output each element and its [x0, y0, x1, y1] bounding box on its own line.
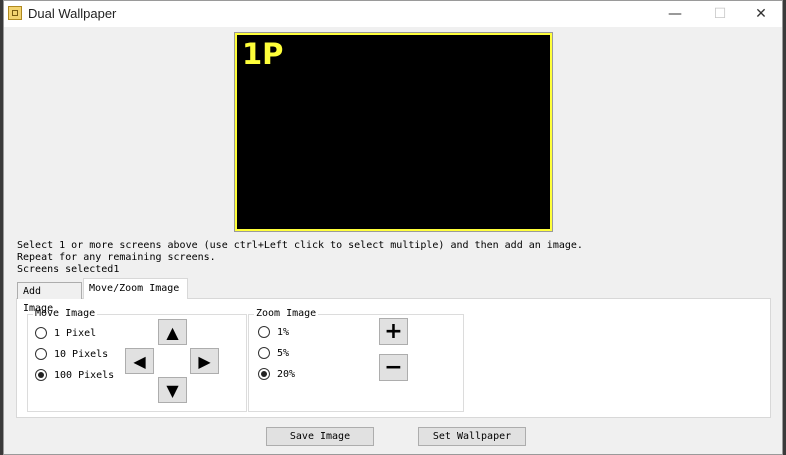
- zoom-in-button[interactable]: +: [379, 318, 408, 345]
- move-down-button[interactable]: ▼: [158, 377, 187, 403]
- radio-label: 20%: [277, 368, 296, 380]
- radio-1-pixel[interactable]: 1 Pixel: [35, 327, 96, 339]
- main-window: Dual Wallpaper — ☐ ✕ 1P Select 1 or more…: [3, 0, 783, 455]
- radio-button[interactable]: [35, 369, 47, 381]
- radio-button[interactable]: [35, 348, 47, 360]
- instruction-text-2: Repeat for any remaining screens.: [17, 252, 216, 263]
- minimize-button[interactable]: —: [660, 3, 690, 25]
- screen-label: 1P: [242, 37, 284, 71]
- set-wallpaper-button[interactable]: Set Wallpaper: [418, 427, 526, 446]
- radio-zoom-1[interactable]: 1%: [258, 326, 289, 338]
- instruction-text: Select 1 or more screens above (use ctrl…: [17, 240, 583, 251]
- move-left-button[interactable]: ◀: [125, 348, 154, 374]
- radio-100-pixels[interactable]: 100 Pixels: [35, 369, 114, 381]
- save-image-button[interactable]: Save Image: [266, 427, 374, 446]
- radio-zoom-20[interactable]: 20%: [258, 368, 295, 380]
- app-icon: [8, 6, 22, 20]
- radio-10-pixels[interactable]: 10 Pixels: [35, 348, 108, 360]
- radio-button[interactable]: [258, 326, 270, 338]
- radio-button[interactable]: [258, 368, 270, 380]
- radio-zoom-5[interactable]: 5%: [258, 347, 289, 359]
- maximize-button: ☐: [713, 6, 727, 22]
- zoom-image-label: Zoom Image: [254, 308, 319, 320]
- screens-selected-text: Screens selected1: [17, 264, 120, 275]
- zoom-image-group: Zoom Image 1% 5% 20% + −: [248, 308, 464, 412]
- radio-button[interactable]: [258, 347, 270, 359]
- tab-move-zoom-image[interactable]: Move/Zoom Image: [83, 278, 188, 299]
- radio-button[interactable]: [35, 327, 47, 339]
- tab-panel-move-zoom: Move Image 1 Pixel 10 Pixels 100 Pixels …: [16, 298, 771, 418]
- zoom-out-button[interactable]: −: [379, 354, 408, 381]
- radio-label: 1 Pixel: [54, 327, 97, 339]
- close-button[interactable]: ✕: [746, 3, 776, 25]
- move-image-group: Move Image 1 Pixel 10 Pixels 100 Pixels …: [27, 308, 247, 412]
- radio-label: 10 Pixels: [54, 348, 109, 360]
- title-bar[interactable]: Dual Wallpaper — ☐ ✕: [4, 1, 782, 27]
- move-right-button[interactable]: ▶: [190, 348, 219, 374]
- radio-label: 1%: [277, 326, 290, 338]
- move-up-button[interactable]: ▲: [158, 319, 187, 345]
- screen-preview-1p[interactable]: 1P: [234, 32, 553, 232]
- radio-label: 100 Pixels: [54, 369, 115, 381]
- tab-add-image[interactable]: Add Image: [17, 282, 82, 314]
- radio-label: 5%: [277, 347, 290, 359]
- window-title: Dual Wallpaper: [28, 6, 117, 21]
